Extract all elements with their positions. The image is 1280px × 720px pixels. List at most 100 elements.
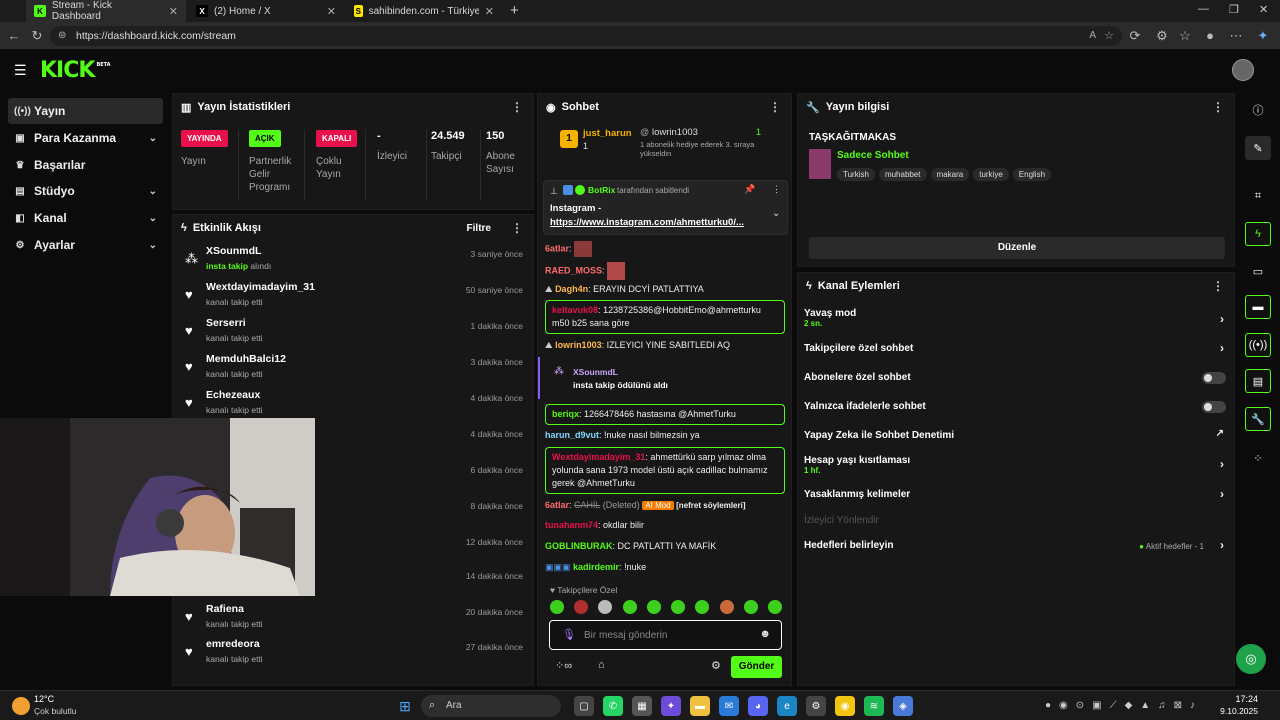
emote-icon[interactable] bbox=[646, 600, 661, 614]
kebab-menu-icon[interactable]: ⋮ bbox=[1212, 100, 1224, 114]
discord-icon[interactable]: ◕ bbox=[748, 696, 768, 716]
category-link[interactable]: Sadece Sohbet bbox=[837, 150, 909, 161]
wrench-icon[interactable]: 🔧 bbox=[1245, 407, 1271, 431]
tab-kick-dashboard[interactable]: K Stream - Kick Dashboard ✕ bbox=[26, 0, 186, 22]
close-window-button[interactable]: ✕ bbox=[1259, 3, 1268, 16]
store-icon[interactable]: ⌂ bbox=[598, 659, 605, 671]
kebab-menu-icon[interactable]: ⋮ bbox=[511, 100, 523, 114]
tag[interactable]: makara bbox=[930, 168, 970, 181]
mail-icon[interactable]: ✉ bbox=[719, 696, 739, 716]
puzzle-icon[interactable]: ⚙ bbox=[1152, 26, 1172, 46]
chat-bubble-icon[interactable]: ▬ bbox=[1245, 295, 1271, 319]
activity-event[interactable]: ♥ emredeora kanalı takip etti 27 dakika önc… bbox=[181, 636, 527, 670]
unpin-icon[interactable]: 📌 bbox=[744, 184, 755, 195]
emote-icon[interactable] bbox=[671, 600, 686, 614]
event-user[interactable]: Serserri bbox=[206, 317, 246, 329]
tag[interactable]: English bbox=[1012, 168, 1052, 181]
kebab-menu-icon[interactable]: ⋮ bbox=[511, 221, 523, 235]
chevron-down-icon[interactable]: ⌄ bbox=[772, 208, 780, 219]
slow-mode-action[interactable]: Yavaş mod 2 sn. › bbox=[804, 308, 1226, 330]
lightning-icon[interactable]: ϟ bbox=[1245, 222, 1271, 246]
banned-words-action[interactable]: Yasaklanmış kelimeler › bbox=[804, 487, 1226, 511]
hamburger-menu-icon[interactable]: ☰ bbox=[14, 62, 27, 79]
sidebar-item-ayarlar[interactable]: ⚙ Ayarlar ⌄ bbox=[8, 232, 163, 258]
kebab-menu-icon[interactable]: ⋮ bbox=[1212, 279, 1224, 293]
activity-event[interactable]: ♥ Wextdayimadayim_31 kanalı takip etti 50 s… bbox=[181, 279, 527, 313]
back-icon[interactable]: ← bbox=[4, 26, 24, 46]
favorites-icon[interactable]: ☆ bbox=[1175, 26, 1195, 46]
leaderboard-user[interactable]: lowrin1003 bbox=[652, 127, 698, 138]
pencil-icon[interactable]: ✎ bbox=[1245, 136, 1271, 160]
account-age-action[interactable]: Hesap yaşı kısıtlaması 1 hf. › bbox=[804, 455, 1226, 477]
sidebar-item-yayin[interactable]: ((•)) Yayın bbox=[8, 98, 163, 124]
send-button[interactable]: Gönder bbox=[731, 656, 782, 678]
kick-logo[interactable]: KICK BETA bbox=[40, 58, 111, 83]
activity-icon[interactable]: ⁘ bbox=[1245, 446, 1271, 470]
activity-event[interactable]: ♥ Rafiena kanalı takip etti 20 dakika önce bbox=[181, 601, 527, 635]
app-icon[interactable]: ◈ bbox=[893, 696, 913, 716]
pinned-message[interactable]: ⊥ BotRix tarafından sabitlendi 📌 ⋮ Insta… bbox=[543, 180, 788, 235]
activity-event[interactable]: ♥ MemduhBalci12 kanalı takip etti 3 dakika … bbox=[181, 351, 527, 385]
event-user[interactable]: Echezeaux bbox=[206, 389, 260, 401]
info-icon[interactable]: ⓘ bbox=[1245, 98, 1271, 122]
storage-icon[interactable]: ▤ bbox=[1245, 369, 1271, 393]
steam-icon[interactable]: ⚙ bbox=[806, 696, 826, 716]
tag[interactable]: muhabbet bbox=[878, 168, 927, 181]
activity-event[interactable]: ⁂ XSounmdL insta takip alındı 3 saniye önce bbox=[181, 243, 527, 277]
sidebar-item-studyo[interactable]: ▤ Stüdyo ⌄ bbox=[8, 178, 163, 204]
store-icon[interactable]: ▦ bbox=[632, 696, 652, 716]
event-user[interactable]: MemduhBalci12 bbox=[206, 353, 286, 365]
read-aloud-icon[interactable]: A bbox=[1089, 26, 1096, 46]
emote-icon[interactable] bbox=[767, 600, 782, 614]
profile-avatar-icon[interactable]: ● bbox=[1200, 26, 1220, 46]
emote-icon[interactable] bbox=[598, 600, 613, 614]
emotes-only-action[interactable]: Yalnızca ifadelerle sohbet bbox=[804, 401, 1226, 423]
activity-event[interactable]: ♥ Echezeaux kanalı takip etti 4 dakika önce bbox=[181, 387, 527, 421]
event-user[interactable]: Wextdayimadayim_31 bbox=[206, 281, 315, 293]
emote-icon[interactable] bbox=[574, 600, 589, 614]
emote-icon[interactable] bbox=[743, 600, 758, 614]
gear-icon[interactable]: ⚙ bbox=[711, 659, 721, 672]
event-user[interactable]: XSounmdL bbox=[206, 245, 261, 257]
event-user[interactable]: Rafiena bbox=[206, 603, 244, 615]
clock-time[interactable]: 17:24 bbox=[1218, 694, 1258, 704]
microphone-icon[interactable]: 🎙 bbox=[562, 628, 576, 641]
favorite-star-icon[interactable]: ☆ bbox=[1104, 26, 1114, 46]
edit-button[interactable]: Düzenle bbox=[809, 237, 1225, 259]
spotify-icon[interactable]: ≋ bbox=[864, 696, 884, 716]
broadcast-icon[interactable]: ((•)) bbox=[1245, 333, 1271, 357]
clipboard-icon[interactable]: ▭ bbox=[1245, 259, 1271, 283]
close-icon[interactable]: ✕ bbox=[327, 5, 336, 18]
task-view-icon[interactable]: ▢ bbox=[574, 696, 594, 716]
user-avatar[interactable] bbox=[1232, 59, 1254, 81]
followers-only-action[interactable]: Takipçilere özel sohbet › bbox=[804, 341, 1226, 365]
toggle-switch[interactable] bbox=[1202, 401, 1226, 413]
site-info-icon[interactable]: ⊜ bbox=[58, 26, 66, 46]
crop-icon[interactable]: ⌗ bbox=[1245, 184, 1271, 208]
sidebar-item-kanal[interactable]: ◧ Kanal ⌄ bbox=[8, 205, 163, 231]
kebab-menu-icon[interactable]: ⋮ bbox=[769, 100, 781, 114]
sidebar-item-basarilar[interactable]: ♛ Başarılar bbox=[8, 152, 163, 178]
maximize-button[interactable]: ❐ bbox=[1229, 3, 1239, 16]
sidebar-item-para-kazanma[interactable]: ▣ Para Kazanma ⌄ bbox=[8, 125, 163, 151]
reload-icon[interactable]: ↻ bbox=[27, 26, 47, 46]
tag[interactable]: Turkish bbox=[837, 168, 875, 181]
new-tab-button[interactable]: + bbox=[510, 2, 519, 19]
taskbar-search[interactable]: ⌕ Ara bbox=[421, 695, 561, 717]
points-icon[interactable]: ⁘∞ bbox=[555, 659, 572, 672]
emoji-icon[interactable]: ☻ bbox=[759, 628, 771, 640]
whatsapp-icon[interactable]: ✆ bbox=[603, 696, 623, 716]
tab-x-home[interactable]: X (2) Home / X ✕ bbox=[188, 0, 344, 22]
url-field[interactable]: ⊜ https://dashboard.kick.com/stream A ☆ bbox=[50, 26, 1122, 46]
minimize-button[interactable]: — bbox=[1198, 3, 1209, 15]
activity-event[interactable]: ♥ Serserri kanalı takip etti 1 dakika önce bbox=[181, 315, 527, 349]
support-chat-icon[interactable]: ◎ bbox=[1236, 644, 1266, 674]
chat-input[interactable]: 🎙 Bir mesaj gönderin ☻ bbox=[549, 620, 782, 650]
extensions-icon[interactable]: ⟳ bbox=[1125, 26, 1145, 46]
copilot-app-icon[interactable]: ✦ bbox=[661, 696, 681, 716]
emote-icon[interactable] bbox=[695, 600, 710, 614]
event-user[interactable]: emredeora bbox=[206, 638, 260, 650]
toggle-switch[interactable] bbox=[1202, 372, 1226, 384]
weather-temp[interactable]: 12°C bbox=[34, 694, 54, 704]
edge-icon[interactable]: e bbox=[777, 696, 797, 716]
